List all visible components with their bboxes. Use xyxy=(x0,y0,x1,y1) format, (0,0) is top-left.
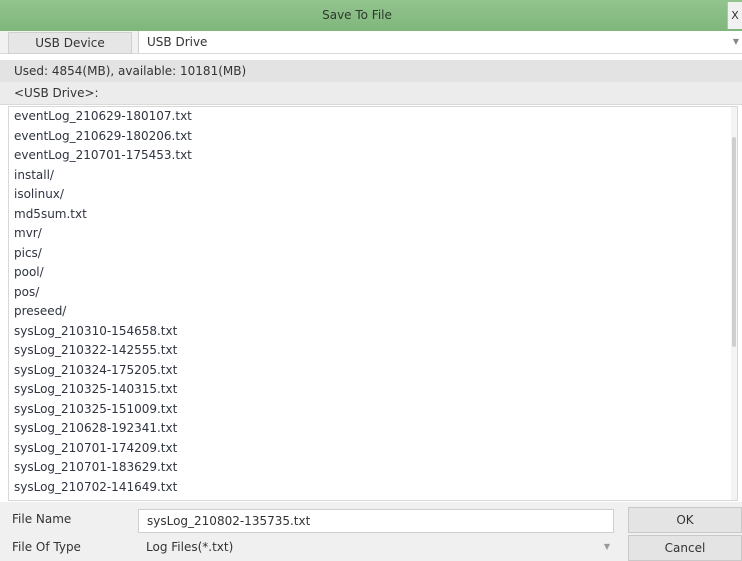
file-list-item[interactable]: isolinux/ xyxy=(9,185,737,205)
close-button[interactable]: X xyxy=(727,2,742,29)
file-name-label: File Name xyxy=(12,512,72,526)
file-list-item[interactable]: install/ xyxy=(9,166,737,186)
file-list-item[interactable]: eventLog_210701-175453.txt xyxy=(9,146,737,166)
storage-info-text: Used: 4854(MB), available: 10181(MB) xyxy=(14,64,247,78)
file-list-item[interactable]: pool/ xyxy=(9,263,737,283)
file-list-item[interactable]: sysLog_210325-140315.txt xyxy=(9,380,737,400)
file-list-item[interactable]: eventLog_210629-180206.txt xyxy=(9,127,737,147)
dialog-title: Save To File xyxy=(322,8,392,22)
file-list-item[interactable]: sysLog_210701-183629.txt xyxy=(9,458,737,478)
file-list-item[interactable]: mvr/ xyxy=(9,224,737,244)
scroll-thumb[interactable] xyxy=(732,137,736,347)
title-bar: Save To File X xyxy=(0,0,742,32)
file-name-value: sysLog_210802-135735.txt xyxy=(147,514,311,528)
bottom-panel: File Name sysLog_210802-135735.txt File … xyxy=(0,502,742,561)
usb-device-label: USB Device xyxy=(8,32,132,54)
storage-info: Used: 4854(MB), available: 10181(MB) xyxy=(0,60,742,82)
chevron-down-icon: ▼ xyxy=(732,37,739,46)
file-type-value: Log Files(*.txt) xyxy=(146,540,234,554)
file-type-label: File Of Type xyxy=(12,540,81,554)
file-list-item[interactable]: pics/ xyxy=(9,244,737,264)
vertical-scrollbar[interactable] xyxy=(731,107,737,500)
file-list-item[interactable]: sysLog_210322-142555.txt xyxy=(9,341,737,361)
chevron-down-icon: ▼ xyxy=(603,542,610,551)
file-list-item[interactable]: sysLog_210325-151009.txt xyxy=(9,400,737,420)
file-list-item[interactable]: sysLog_210310-154658.txt xyxy=(9,322,737,342)
file-list-item[interactable]: md5sum.txt xyxy=(9,205,737,225)
cancel-button[interactable]: Cancel xyxy=(628,535,742,561)
ok-button[interactable]: OK xyxy=(628,507,742,533)
file-list-item[interactable]: preseed/ xyxy=(9,302,737,322)
file-list-item[interactable]: sysLog_210702-141649.txt xyxy=(9,478,737,498)
device-row: USB Device USB Drive ▼ xyxy=(0,31,742,54)
file-list-item[interactable]: sysLog_210324-175205.txt xyxy=(9,361,737,381)
file-list-item[interactable]: pos/ xyxy=(9,283,737,303)
file-list[interactable]: eventLog_210629-180107.txt eventLog_21062… xyxy=(8,106,738,501)
device-select[interactable]: USB Drive ▼ xyxy=(138,31,742,53)
current-path-text: <USB Drive>: xyxy=(14,86,99,100)
file-list-item[interactable]: sysLog_210628-192341.txt xyxy=(9,419,737,439)
device-select-value: USB Drive xyxy=(147,35,208,49)
current-path: <USB Drive>: xyxy=(0,82,742,105)
file-type-select[interactable]: Log Files(*.txt) ▼ xyxy=(138,536,614,558)
file-list-item[interactable]: sysLog_210701-174209.txt xyxy=(9,439,737,459)
file-name-input[interactable]: sysLog_210802-135735.txt xyxy=(138,509,614,533)
file-list-item[interactable]: eventLog_210629-180107.txt xyxy=(9,107,737,127)
